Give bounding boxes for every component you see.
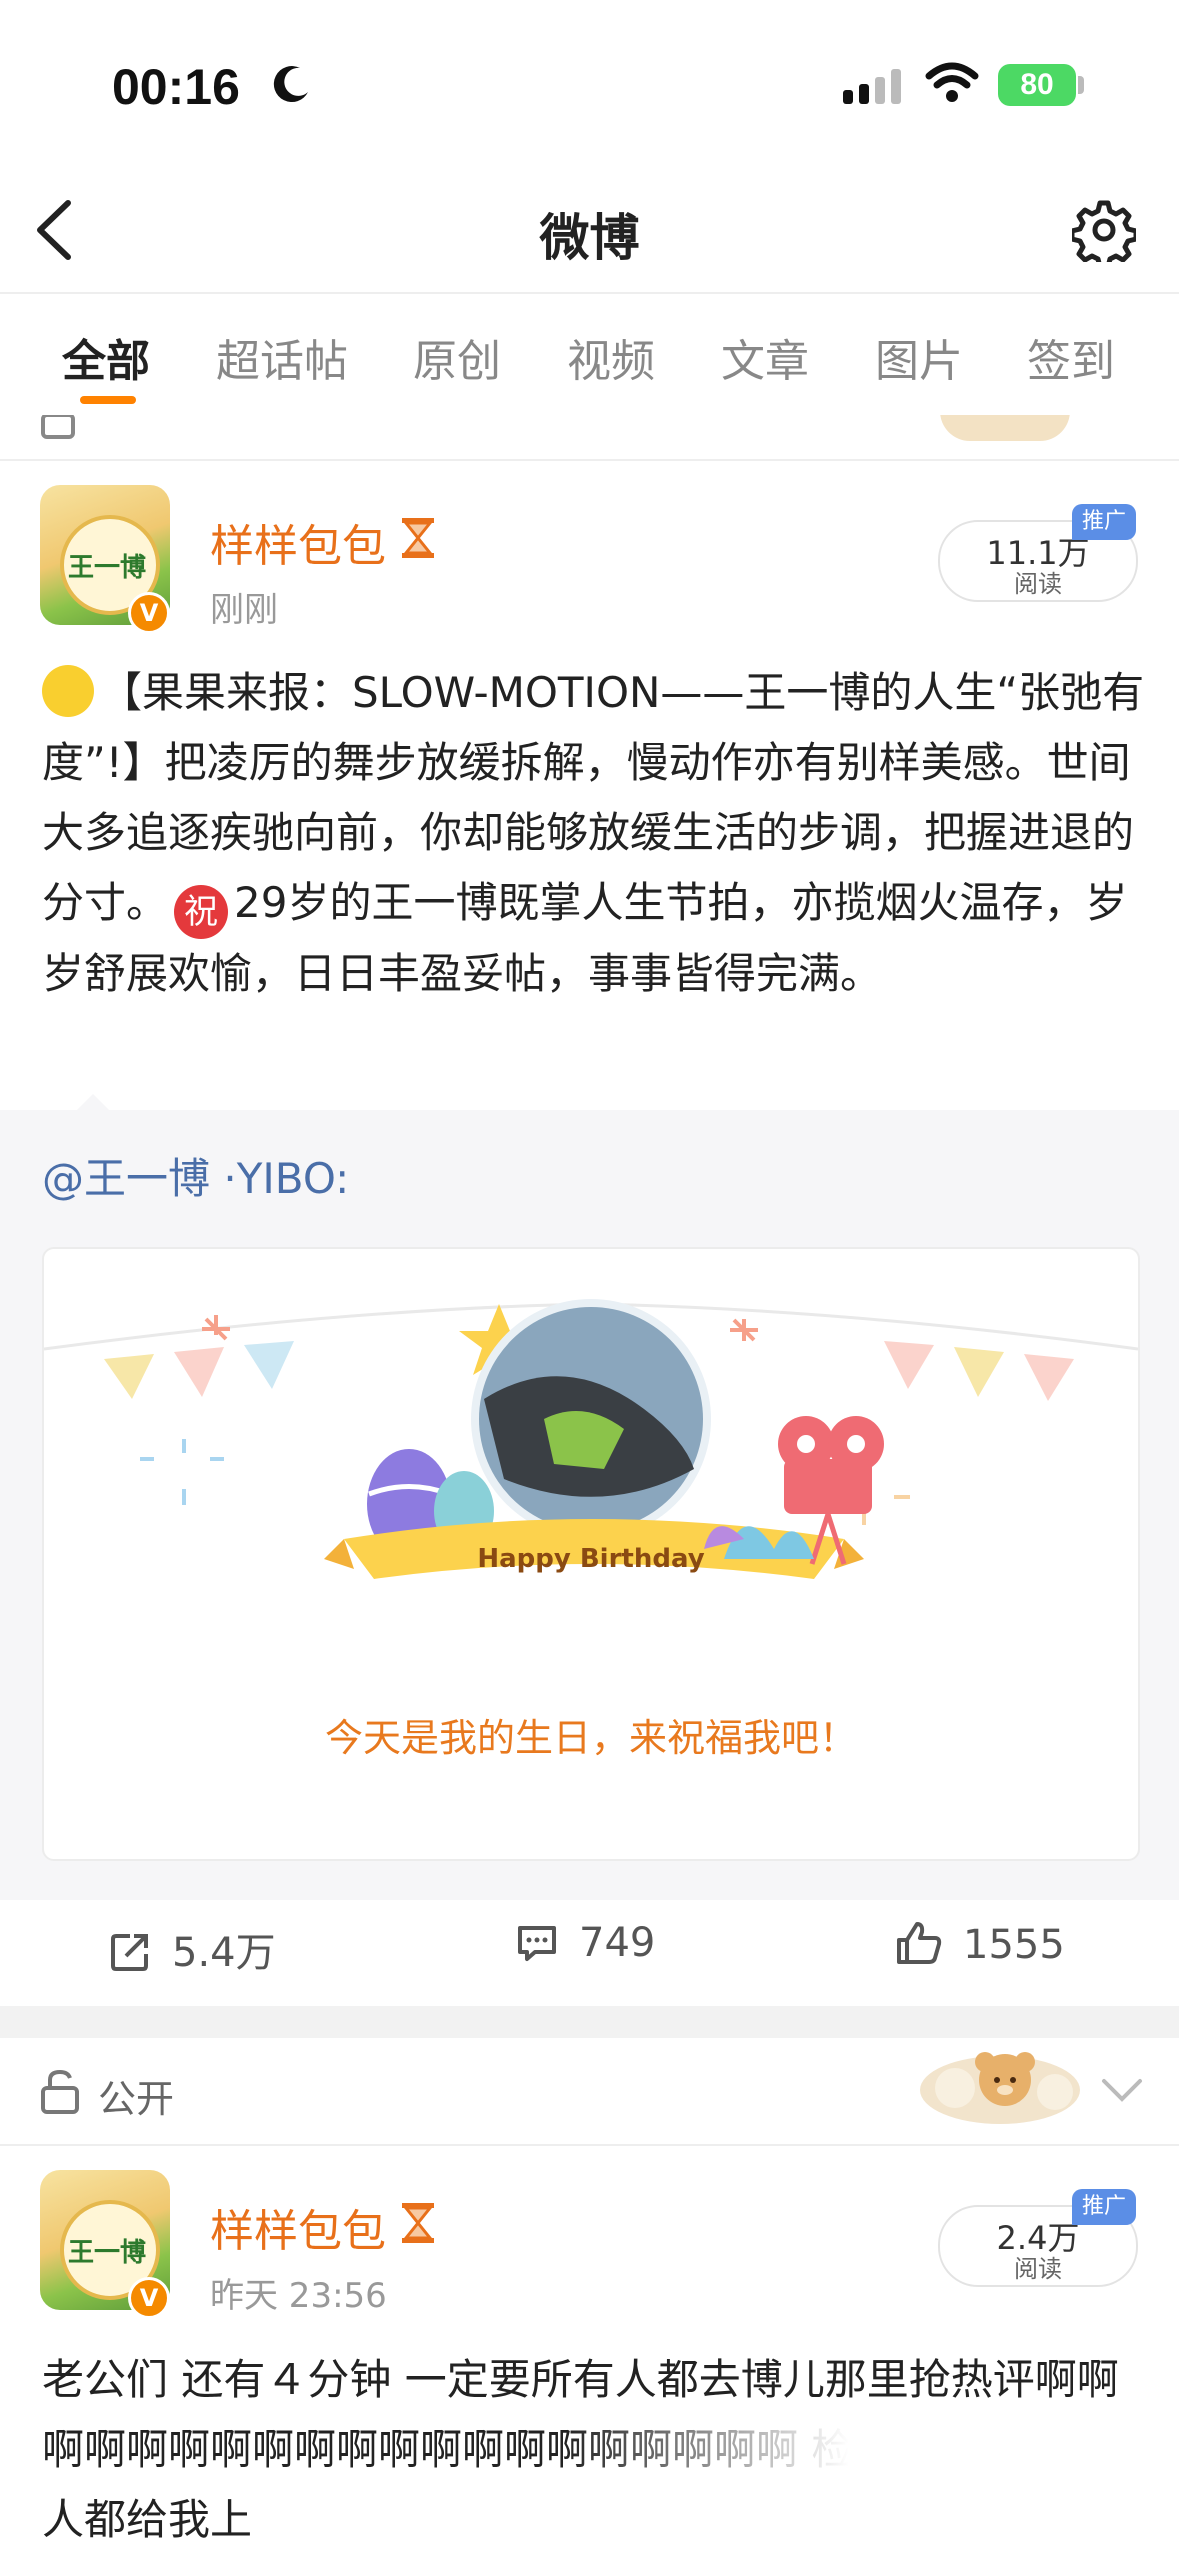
active-tab-indicator	[80, 396, 136, 404]
tab-images[interactable]: 图片	[875, 325, 963, 389]
birthday-card[interactable]: Happy Birthday 今天是我的生日，来祝福我吧！	[42, 1247, 1140, 1861]
page-title: 微博	[539, 209, 640, 267]
comment-button[interactable]: 749	[515, 1920, 655, 1966]
nav-divider	[0, 292, 1179, 294]
post-body: 【果果来报：SLOW-MOTION——王一博的人生“张弛有度”!】把凌厉的舞步放…	[42, 658, 1152, 1009]
hourglass-icon	[402, 518, 434, 558]
row-divider	[0, 2144, 1179, 2146]
post-time: 昨天 23:56	[210, 2276, 387, 2316]
chevron-down-icon[interactable]	[1100, 2075, 1144, 2105]
battery-indicator: 80	[998, 64, 1076, 106]
tab-articles[interactable]: 文章	[721, 325, 809, 389]
avatar-text: 王一博	[68, 553, 147, 583]
repost-icon	[111, 1934, 148, 1971]
promo-badge: 推广	[1072, 2189, 1136, 2225]
unlock-icon	[41, 2069, 79, 2114]
repost-notch	[75, 1094, 111, 1112]
read-label: 阅读	[1014, 2255, 1062, 2283]
lock-icon	[41, 415, 75, 439]
tab-all[interactable]: 全部	[62, 325, 150, 389]
post-author[interactable]: 样样包包	[210, 2195, 386, 2259]
settings-gear-icon[interactable]	[1072, 198, 1136, 262]
tab-original[interactable]: 原创	[413, 325, 501, 389]
happy-birthday-ribbon-text: Happy Birthday	[477, 1544, 704, 1574]
row-divider	[0, 459, 1179, 461]
post-separator	[0, 2006, 1179, 2038]
verified-badge: V	[128, 592, 170, 634]
bear-sticker-icon	[920, 2052, 1080, 2124]
status-time: 00:16	[112, 59, 240, 115]
repost-count: 5.4万	[172, 1930, 276, 1976]
comment-count: 749	[579, 1920, 656, 1966]
hourglass-icon	[402, 2203, 434, 2243]
visibility-label[interactable]: 公开	[98, 2068, 174, 2123]
battery-cap	[1078, 76, 1084, 94]
text-fade-overlay	[0, 2420, 1179, 2556]
post-author[interactable]: 样样包包	[210, 510, 386, 574]
like-count: 1555	[963, 1922, 1065, 1968]
avatar-text: 王一博	[68, 2238, 147, 2268]
repost-button[interactable]: 5.4万	[108, 1920, 276, 1978]
wifi-icon	[925, 62, 979, 102]
zhu-emoji-badge: 祝	[174, 885, 229, 939]
tab-checkin[interactable]: 签到	[1027, 325, 1115, 389]
yellow-circle-emoji	[42, 665, 94, 717]
sticker-fragment	[940, 415, 1070, 441]
promo-badge: 推广	[1072, 504, 1136, 540]
tab-supertopic-posts[interactable]: 超话帖	[216, 325, 348, 389]
thumbs-up-icon	[897, 1922, 942, 1964]
birthday-caption: 今天是我的生日，来祝福我吧！	[324, 1716, 857, 1760]
comment-icon	[518, 1926, 556, 1961]
moon-icon	[273, 66, 308, 103]
repost-author-link[interactable]: @王一博 ·YIBO:	[42, 1145, 349, 1206]
tab-video[interactable]: 视频	[567, 325, 655, 389]
previous-row-fragment	[0, 415, 1179, 459]
like-button[interactable]: 1555	[895, 1920, 1065, 1968]
read-label: 阅读	[1014, 570, 1062, 598]
verified-badge: V	[128, 2277, 170, 2319]
post-time: 刚刚	[210, 590, 278, 630]
birthday-illustration: Happy Birthday	[44, 1299, 1138, 1579]
cellular-signal-icon	[843, 69, 901, 104]
